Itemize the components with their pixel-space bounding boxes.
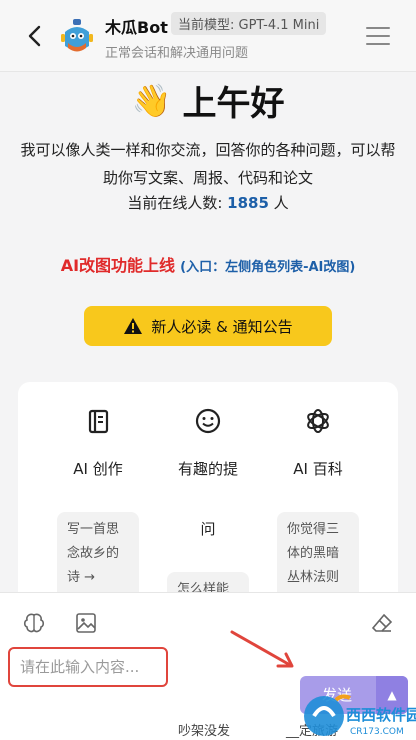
menu-icon[interactable]: [366, 27, 390, 47]
greeting-text: 上午好: [182, 84, 285, 124]
promo-title: AI改图功能上线: [60, 256, 176, 275]
eraser-icon[interactable]: [370, 611, 394, 635]
feature-label: 有趣的提: [177, 460, 238, 478]
online-unit: 人: [268, 194, 289, 212]
brain-icon[interactable]: [22, 611, 46, 635]
message-input[interactable]: [8, 647, 168, 687]
chat-header: 木瓜Bot 当前模型: GPT-4.1 Mini 正常会话和解决通用问题: [0, 0, 416, 72]
intro-text: 我可以像人类一样和你交流，回答你的各种问题，可以帮助你写文案、周报、代码和论文: [20, 141, 396, 187]
notice-button[interactable]: 新人必读 & 通知公告: [84, 306, 332, 346]
online-number: 1885: [227, 194, 269, 212]
prompt-line: 丛林法则: [287, 570, 340, 585]
notebook-icon: [88, 409, 109, 434]
promo-banner[interactable]: AI改图功能上线 (入口：左侧角色列表-AI改图): [0, 252, 416, 276]
feature-label: AI 百科: [293, 460, 343, 478]
prompt-line: 你觉得三: [287, 522, 340, 537]
bot-name: 木瓜Bot: [105, 18, 168, 37]
online-count: 当前在线人数: 1885 人: [0, 192, 416, 213]
hidden-prompt-text: 吵架没发: [178, 724, 231, 739]
model-badge[interactable]: 当前模型: GPT-4.1 Mini: [171, 12, 327, 35]
image-icon[interactable]: [74, 611, 98, 635]
svg-text:CR173.COM: CR173.COM: [350, 727, 404, 737]
annotation-arrow-icon: [230, 630, 294, 668]
online-label: 当前在线人数:: [127, 194, 228, 212]
bot-subtitle: 正常会话和解决通用问题: [105, 46, 249, 61]
promo-hint: (入口：左侧角色列表-AI改图): [180, 260, 356, 275]
prompt-line: 写一首思: [67, 522, 120, 537]
smile-icon: [195, 408, 221, 434]
svg-text:西西软件园: 西西软件园: [346, 706, 416, 724]
prompt-line: 体的黑暗: [287, 546, 340, 561]
prompt-line: 诗 →: [67, 570, 96, 585]
greeting: 👋 上午好: [0, 76, 416, 125]
back-arrow-icon[interactable]: [22, 22, 50, 50]
feature-label: 问: [200, 520, 216, 538]
notice-label: 新人必读 & 通知公告: [151, 317, 293, 336]
warning-icon: [124, 318, 143, 334]
waving-hand-icon: 👋: [131, 81, 172, 120]
prompt-line: 念故乡的: [67, 546, 120, 561]
openai-icon: [307, 409, 329, 433]
watermark-logo: 西西软件园 CR173.COM: [304, 694, 416, 737]
feature-label: AI 创作: [73, 460, 123, 478]
bot-avatar: [61, 19, 93, 52]
